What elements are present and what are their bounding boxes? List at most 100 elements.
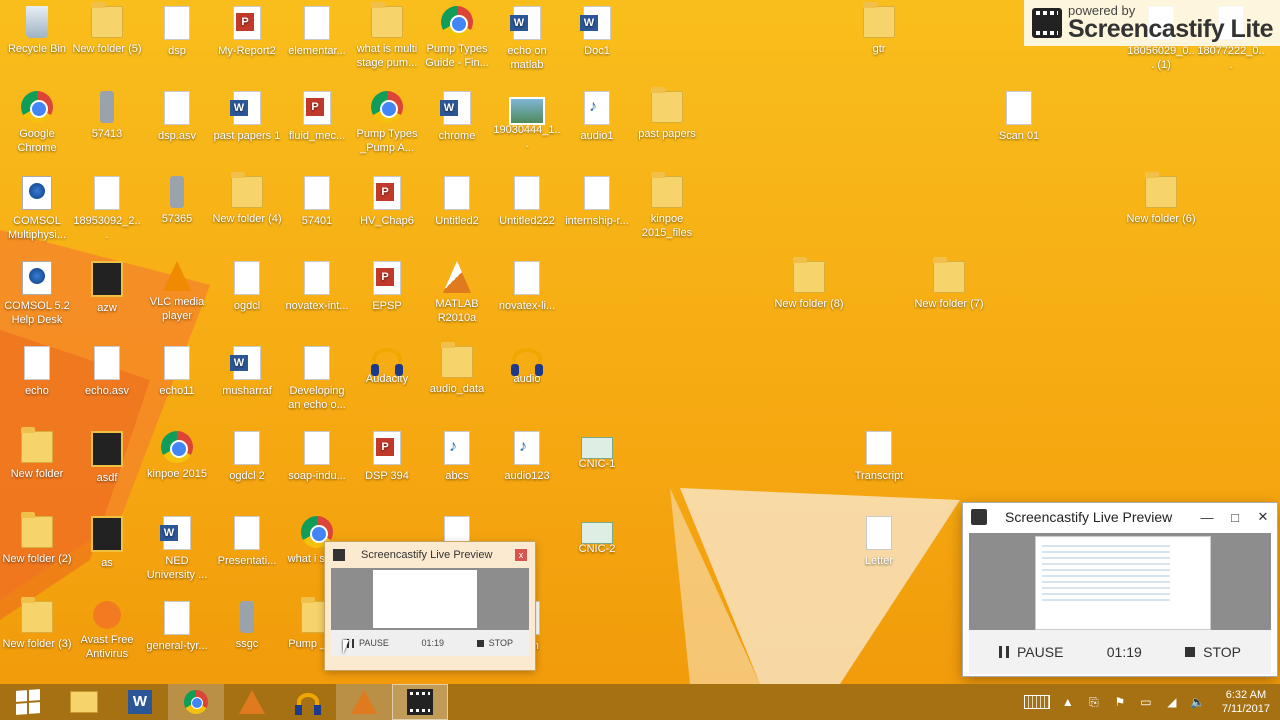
- action-center-flag-icon[interactable]: ⚑: [1112, 695, 1128, 709]
- taskbar-chrome[interactable]: [168, 684, 224, 720]
- taskbar-file-explorer[interactable]: [56, 684, 112, 720]
- desktop-icon[interactable]: internship-r...: [562, 176, 632, 228]
- desktop-icon[interactable]: Presentati...: [212, 516, 282, 568]
- desktop-icon[interactable]: chrome: [422, 91, 492, 143]
- desktop-icon[interactable]: EPSP: [352, 261, 422, 313]
- taskbar-audacity[interactable]: [280, 684, 336, 720]
- desktop-icon[interactable]: New folder (5): [72, 2, 142, 56]
- desktop-icon[interactable]: asdf: [72, 431, 142, 485]
- desktop-icon[interactable]: ogdcl: [212, 261, 282, 313]
- desktop-icon[interactable]: general-tyr...: [142, 601, 212, 653]
- desktop-icon[interactable]: CNIC-2: [562, 516, 632, 556]
- desktop-icon[interactable]: New folder (4): [212, 172, 282, 226]
- close-button[interactable]: ✕: [1249, 509, 1277, 525]
- desktop-icon[interactable]: audio1: [562, 91, 632, 143]
- desktop-icon[interactable]: past papers 1: [212, 91, 282, 143]
- desktop-icon[interactable]: Recycle Bin: [2, 6, 72, 56]
- desktop-icon[interactable]: CNIC-1: [562, 431, 632, 471]
- desktop-icon[interactable]: elementar...: [282, 6, 352, 58]
- maximize-button[interactable]: □: [1221, 510, 1249, 525]
- desktop-icon[interactable]: echo.asv: [72, 346, 142, 398]
- start-button[interactable]: [0, 684, 56, 720]
- desktop-icon[interactable]: echo: [2, 346, 72, 398]
- desktop-icon[interactable]: abcs: [422, 431, 492, 483]
- desktop-icon[interactable]: New folder (6): [1126, 172, 1196, 226]
- pause-button[interactable]: PAUSE: [999, 644, 1063, 660]
- battery-icon[interactable]: ▭: [1138, 695, 1154, 709]
- desktop-icon[interactable]: 19030444_1...: [492, 91, 562, 151]
- desktop-icon[interactable]: 57401: [282, 176, 352, 228]
- desktop-icon[interactable]: ssgc: [212, 601, 282, 651]
- desktop-icon[interactable]: what is multi stage pum...: [352, 2, 422, 70]
- desktop-icon[interactable]: novatex-int...: [282, 261, 352, 313]
- desktop-icon[interactable]: kinpoe 2015_files: [632, 172, 702, 240]
- show-hidden-icons-chevron-icon[interactable]: ▲: [1060, 695, 1076, 709]
- desktop-icon[interactable]: Transcript: [844, 431, 914, 483]
- desktop-icon[interactable]: DSP 394: [352, 431, 422, 483]
- desktop-icon[interactable]: MATLAB R2010a: [422, 261, 492, 325]
- desktop-icon[interactable]: audio_data: [422, 342, 492, 396]
- desktop-icon[interactable]: Google Chrome: [2, 91, 72, 155]
- taskbar-screencastify[interactable]: [392, 684, 448, 720]
- network-signal-icon[interactable]: ◢: [1164, 695, 1180, 709]
- desktop-icon[interactable]: COMSOL 5.2 Help Desk: [2, 261, 72, 327]
- desktop-icon[interactable]: echo11: [142, 346, 212, 398]
- desktop-icon[interactable]: New folder (7): [914, 257, 984, 311]
- desktop-icon[interactable]: NED University ...: [142, 516, 212, 582]
- desktop-icon[interactable]: Pump Types Guide - Fin...: [422, 6, 492, 70]
- desktop-icon[interactable]: New folder (8): [774, 257, 844, 311]
- desktop-icon[interactable]: 57365: [142, 176, 212, 226]
- desktop-icon[interactable]: echo on matlab: [492, 6, 562, 72]
- desktop-icon[interactable]: VLC media player: [142, 261, 212, 323]
- desktop-icon[interactable]: COMSOL Multiphysi...: [2, 176, 72, 242]
- desktop-icon[interactable]: Untitled2: [422, 176, 492, 228]
- desktop-icon[interactable]: musharraf: [212, 346, 282, 398]
- taskbar-matlab-2[interactable]: [336, 684, 392, 720]
- desktop-icon[interactable]: dsp: [142, 6, 212, 58]
- desktop-icon[interactable]: New folder (3): [2, 597, 72, 651]
- desktop-icon[interactable]: kinpoe 2015: [142, 431, 212, 481]
- desktop-icon[interactable]: as: [72, 516, 142, 570]
- desktop-icon[interactable]: ogdcl 2: [212, 431, 282, 483]
- desktop-icon[interactable]: novatex-li...: [492, 261, 562, 313]
- desktop-icon[interactable]: Avast Free Antivirus: [72, 601, 142, 661]
- usb-device-icon[interactable]: ⎘: [1086, 695, 1102, 709]
- word-icon: [160, 516, 191, 550]
- desktop-icon[interactable]: azw: [72, 261, 142, 315]
- desktop-icon[interactable]: fluid_mec...: [282, 91, 352, 143]
- desktop-icon[interactable]: Untitled222: [492, 176, 562, 228]
- desktop-icon[interactable]: New folder (2): [2, 512, 72, 566]
- desktop-icon[interactable]: dsp.asv: [142, 91, 212, 143]
- desktop-icon[interactable]: New folder: [2, 427, 72, 481]
- screencastify-live-preview-window[interactable]: Screencastify Live Preview — □ ✕ PAUSE 0…: [963, 503, 1277, 676]
- desktop-icon[interactable]: gtr: [844, 2, 914, 56]
- taskbar-word[interactable]: W: [112, 684, 168, 720]
- stop-button[interactable]: STOP: [1185, 644, 1241, 660]
- folder-icon: [933, 257, 965, 293]
- volume-icon[interactable]: 🔈: [1190, 695, 1206, 709]
- image-icon: [509, 97, 545, 125]
- desktop-icon[interactable]: 18953092_2...: [72, 176, 142, 242]
- desktop-icon[interactable]: past papers: [632, 87, 702, 141]
- desktop-icon[interactable]: Doc1: [562, 6, 632, 58]
- desktop-icon[interactable]: 57413: [72, 91, 142, 141]
- touch-keyboard-icon[interactable]: [1023, 695, 1050, 709]
- desktop-icon[interactable]: Scan 01: [984, 91, 1054, 143]
- desktop-icon[interactable]: audio123: [492, 431, 562, 483]
- desktop-icon[interactable]: Audacity: [352, 346, 422, 386]
- document-icon: [94, 176, 120, 210]
- minimize-button[interactable]: —: [1193, 510, 1221, 525]
- desktop-icon[interactable]: audio: [492, 346, 562, 386]
- taskbar-clock[interactable]: 6:32 AM 7/11/2017: [1222, 688, 1270, 716]
- window-titlebar[interactable]: Screencastify Live Preview — □ ✕: [963, 503, 1277, 531]
- audacity-icon: [511, 348, 543, 376]
- desktop-icon[interactable]: soap-indu...: [282, 431, 352, 483]
- desktop-icon[interactable]: Letter: [844, 516, 914, 568]
- folder-icon: [91, 2, 123, 38]
- desktop-icon[interactable]: Pump Types _Pump A...: [352, 91, 422, 155]
- taskbar-matlab[interactable]: [224, 684, 280, 720]
- desktop-icon[interactable]: HV_Chap6: [352, 176, 422, 228]
- desktop-icon[interactable]: Developing an echo o...: [282, 346, 352, 412]
- desktop-icon[interactable]: My-Report2: [212, 6, 282, 58]
- watermark-brand: Screencastify Lite: [1068, 15, 1274, 43]
